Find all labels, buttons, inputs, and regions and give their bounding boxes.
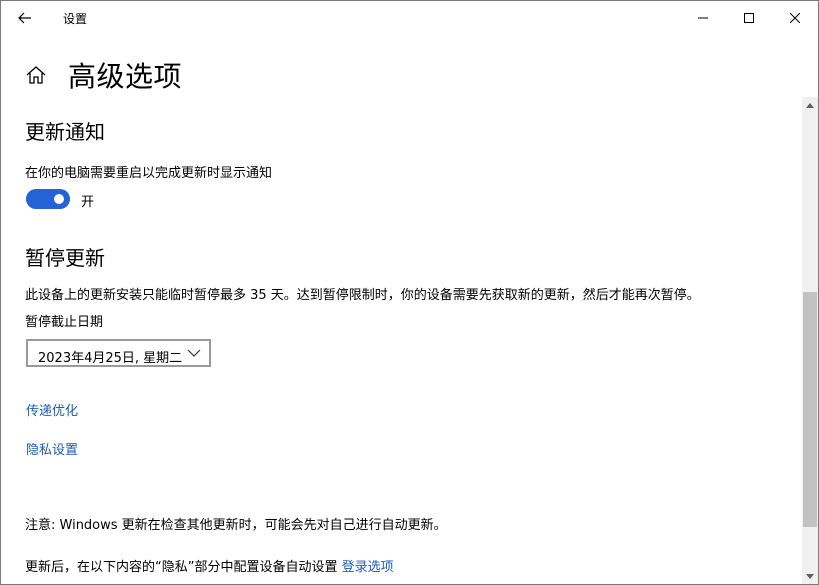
pause-date-value: 2023年4月25日, 星期二 [38,351,183,366]
page-title: 高级选项 [68,60,183,93]
close-icon [790,12,800,23]
privacy-settings-link[interactable]: 隐私设置 [26,439,78,458]
scrollbar-thumb[interactable] [803,292,817,527]
scroll-up-arrow-icon [806,102,814,108]
pause-until-label: 暂停截止日期 [25,315,104,330]
back-arrow-icon [18,12,31,24]
sign-in-options-link[interactable]: 登录选项 [342,560,394,575]
privacy-config-note: 更新后，在以下内容的“隐私”部分中配置设备自动设置 登录选项 [25,556,394,575]
close-button[interactable] [772,1,818,34]
window-title: 设置 [63,12,88,26]
home-icon [26,66,46,84]
restart-notification-toggle[interactable] [26,189,70,209]
pause-updates-heading: 暂停更新 [25,246,105,270]
vertical-scrollbar[interactable] [802,97,818,584]
maximize-icon [744,12,754,23]
pause-date-dropdown[interactable]: 2023年4月25日, 星期二 [26,339,211,367]
update-notification-heading: 更新通知 [25,120,105,144]
toggle-knob [54,194,64,204]
delivery-optimization-link[interactable]: 传递优化 [26,400,78,419]
scroll-up-button[interactable] [802,97,818,113]
settings-window: 设置 高级选项 更新通知 在你的电脑需要重启以完成更新时显示通知 开 暂停更新 … [0,0,819,585]
update-notification-description: 在你的电脑需要重启以完成更新时显示通知 [25,166,273,181]
home-button[interactable] [25,64,47,86]
minimize-button[interactable] [680,1,726,34]
back-button[interactable] [9,5,41,31]
privacy-config-text: 更新后，在以下内容的“隐私”部分中配置设备自动设置 [25,560,338,575]
toggle-state-label: 开 [81,195,95,210]
chevron-down-icon [187,349,201,357]
maximize-button[interactable] [726,1,772,34]
pause-updates-description: 此设备上的更新安装只能临时暂停最多 35 天。达到暂停限制时，你的设备需要先获取… [25,288,700,303]
minimize-icon [698,17,708,18]
scroll-down-button[interactable] [802,568,818,584]
windows-update-note: 注意: Windows 更新在检查其他更新时，可能会先对自己进行自动更新。 [25,518,447,533]
scroll-down-arrow-icon [806,573,814,579]
title-bar: 设置 [1,1,818,34]
